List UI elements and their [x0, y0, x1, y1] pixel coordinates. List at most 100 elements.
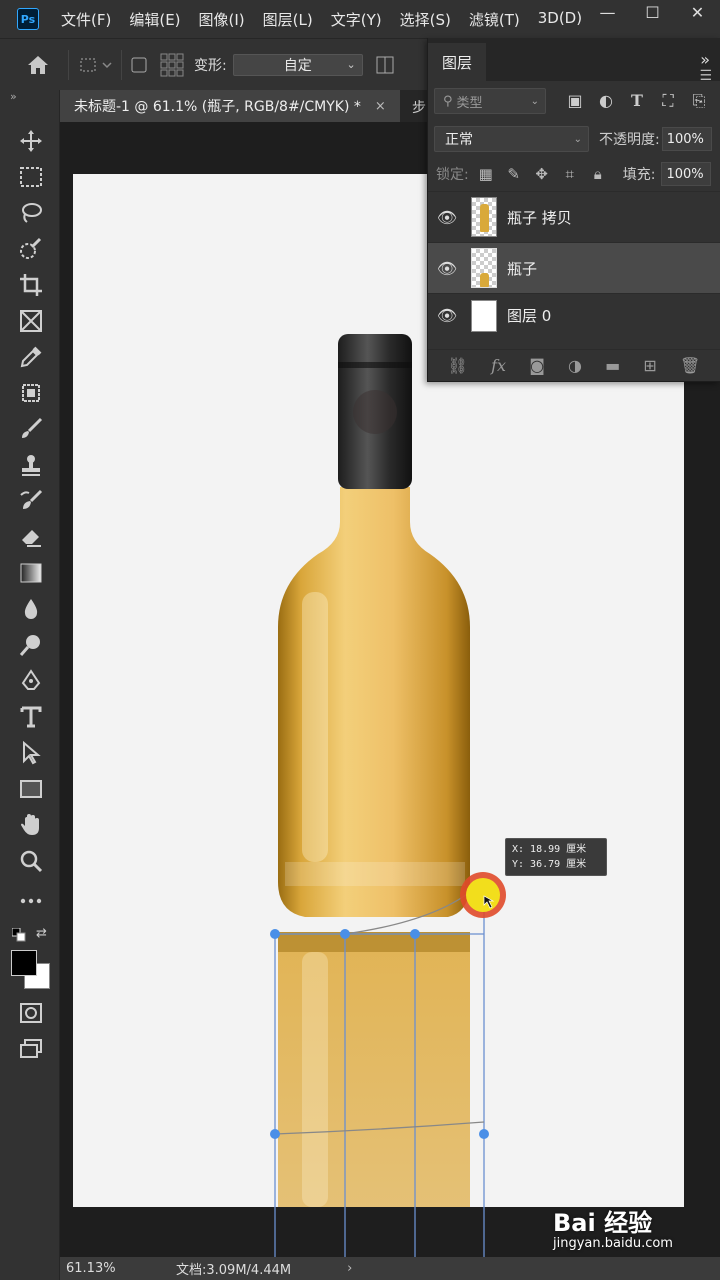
opacity-input[interactable]: 100% [661, 127, 712, 151]
panel-collapse-icon[interactable]: » [700, 50, 710, 69]
warp-split-icon[interactable] [375, 55, 395, 75]
rectangle-icon[interactable] [15, 774, 47, 804]
menu-select[interactable]: 选择(S) [391, 9, 460, 30]
lock-transparency-icon[interactable]: ▦ [477, 165, 495, 183]
screen-mode-icon[interactable] [15, 1034, 47, 1064]
maximize-button[interactable]: ☐ [630, 0, 675, 24]
crop-icon[interactable] [15, 270, 47, 300]
fill-label: 填充: [622, 167, 656, 183]
lock-position-icon[interactable]: ✥ [533, 165, 551, 183]
brush-icon[interactable] [15, 414, 47, 444]
stamp-icon[interactable] [15, 450, 47, 480]
coordinates-tooltip: X: 18.99 厘米 Y: 36.79 厘米 [505, 838, 607, 876]
quick-select-icon[interactable] [15, 234, 47, 264]
menu-layer[interactable]: 图层(L) [254, 9, 322, 30]
lasso-icon[interactable] [15, 198, 47, 228]
eye-icon[interactable]: 👁︎ [428, 259, 466, 278]
layer-row[interactable]: 👁︎ 瓶子 拷贝 [428, 191, 720, 242]
menu-edit[interactable]: 编辑(E) [120, 9, 189, 30]
history-brush-icon[interactable] [15, 486, 47, 516]
new-group-icon[interactable]: ▬ [605, 356, 620, 375]
filter-kind-value: 类型 [456, 95, 483, 111]
menu-filter[interactable]: 滤镜(T) [460, 9, 529, 30]
lock-pixels-icon[interactable]: ✎ [505, 165, 523, 183]
menu-file[interactable]: 文件(F) [52, 9, 120, 30]
path-select-icon[interactable] [15, 738, 47, 768]
pixel-filter-icon[interactable]: ▣ [564, 91, 586, 111]
menu-image[interactable]: 图像(I) [190, 9, 254, 30]
smart-object-filter-icon[interactable]: ⎘ [688, 91, 710, 111]
close-tab-icon[interactable]: × [375, 99, 386, 114]
fill-input[interactable]: 100% [661, 162, 712, 186]
eye-icon[interactable]: 👁︎ [428, 208, 466, 227]
gradient-icon[interactable] [15, 558, 47, 588]
foreground-color-swatch[interactable] [11, 950, 37, 976]
layer-filter-row: ⚲ 类型 ⌄ ▣ ◐ T ⛶ ⎘ [428, 81, 720, 121]
reference-point-checkbox[interactable] [130, 56, 148, 74]
layer-name: 瓶子 [507, 259, 538, 278]
document-tab[interactable]: 未标题-1 @ 61.1% (瓶子, RGB/8#/CMYK) * × [60, 90, 400, 122]
pen-icon[interactable] [15, 666, 47, 696]
lock-row: 锁定: ▦ ✎ ✥ ⌗ 🔒︎ 填充: 100% [428, 157, 720, 191]
link-icon[interactable]: ⛓︎ [448, 356, 468, 375]
eye-icon[interactable]: 👁︎ [428, 306, 466, 325]
layers-panel-footer: ⛓︎ fx ◙ ◑ ▬ ⊞ 🗑︎ [428, 349, 720, 381]
zoom-icon[interactable] [15, 846, 47, 876]
blur-icon[interactable] [15, 594, 47, 624]
warp-select[interactable]: 自定 ⌄ [232, 53, 363, 76]
more-icon[interactable] [15, 886, 47, 916]
photoshop-logo: Ps [17, 8, 39, 30]
fx-icon[interactable]: fx [491, 356, 506, 375]
lock-artboard-icon[interactable]: ⌗ [561, 165, 579, 183]
layer-row-selected[interactable]: 👁︎ 瓶子 [428, 242, 720, 293]
type-icon[interactable] [15, 702, 47, 732]
layer-thumbnail [471, 299, 497, 332]
status-menu-arrow-icon[interactable]: › [347, 1261, 352, 1276]
chevron-down-icon: ⌄ [530, 95, 539, 107]
adjustment-filter-icon[interactable]: ◐ [595, 91, 617, 111]
dodge-icon[interactable] [15, 630, 47, 660]
type-filter-icon[interactable]: T [626, 91, 648, 111]
layer-row[interactable]: 👁︎ 图层 0 [428, 293, 720, 337]
document-size: 文档:3.09M/4.44M [176, 1263, 292, 1278]
transform-label: 变形: [194, 57, 227, 74]
hand-icon[interactable] [15, 810, 47, 840]
menu-type[interactable]: 文字(Y) [322, 9, 391, 30]
marquee-icon[interactable] [15, 162, 47, 192]
healing-icon[interactable] [15, 378, 47, 408]
window-controls: — ☐ ✕ [585, 0, 720, 24]
shape-filter-icon[interactable]: ⛶ [657, 91, 679, 111]
eraser-icon[interactable] [15, 522, 47, 552]
toolbox: » ⇄ [0, 90, 60, 1280]
document-tab-2[interactable]: 步 [412, 97, 426, 117]
menu-bar: Ps 文件(F) 编辑(E) 图像(I) 图层(L) 文字(Y) 选择(S) 滤… [0, 0, 720, 38]
delete-layer-icon[interactable]: 🗑︎ [680, 356, 700, 375]
toolbox-collapse-icon[interactable]: » [10, 90, 17, 103]
default-colors-icon[interactable] [11, 927, 26, 946]
quick-mask-icon[interactable] [15, 998, 47, 1028]
lock-all-icon[interactable]: 🔒︎ [589, 165, 607, 183]
new-layer-icon[interactable]: ⊞ [643, 356, 656, 375]
adjustment-layer-icon[interactable]: ◑ [568, 356, 582, 375]
add-mask-icon[interactable]: ◙ [529, 356, 545, 375]
filter-kind-select[interactable]: ⚲ 类型 ⌄ [434, 88, 546, 114]
menu-3d[interactable]: 3D(D) [529, 9, 591, 30]
swap-colors-icon[interactable]: ⇄ [36, 926, 47, 941]
close-window-button[interactable]: ✕ [675, 0, 720, 24]
chevron-down-icon: ⌄ [346, 58, 356, 71]
panel-menu-icon[interactable]: ☰ [699, 68, 712, 84]
blend-mode-select[interactable]: 正常 ⌄ [434, 126, 589, 152]
reference-point-grid-icon[interactable] [160, 53, 184, 77]
home-icon[interactable] [26, 54, 50, 76]
frame-icon[interactable] [15, 306, 47, 336]
search-icon: ⚲ [443, 93, 453, 109]
zoom-level[interactable]: 61.13% [66, 1261, 136, 1276]
tooltip-y: Y: 36.79 厘米 [512, 859, 587, 870]
move-icon[interactable] [15, 126, 47, 156]
eyedropper-icon[interactable] [15, 342, 47, 372]
layer-thumbnail [471, 248, 497, 288]
minimize-button[interactable]: — [585, 0, 630, 24]
layer-thumbnail [471, 197, 497, 237]
layers-tab[interactable]: 图层 [428, 43, 487, 81]
transform-mode-icon[interactable] [77, 55, 113, 75]
